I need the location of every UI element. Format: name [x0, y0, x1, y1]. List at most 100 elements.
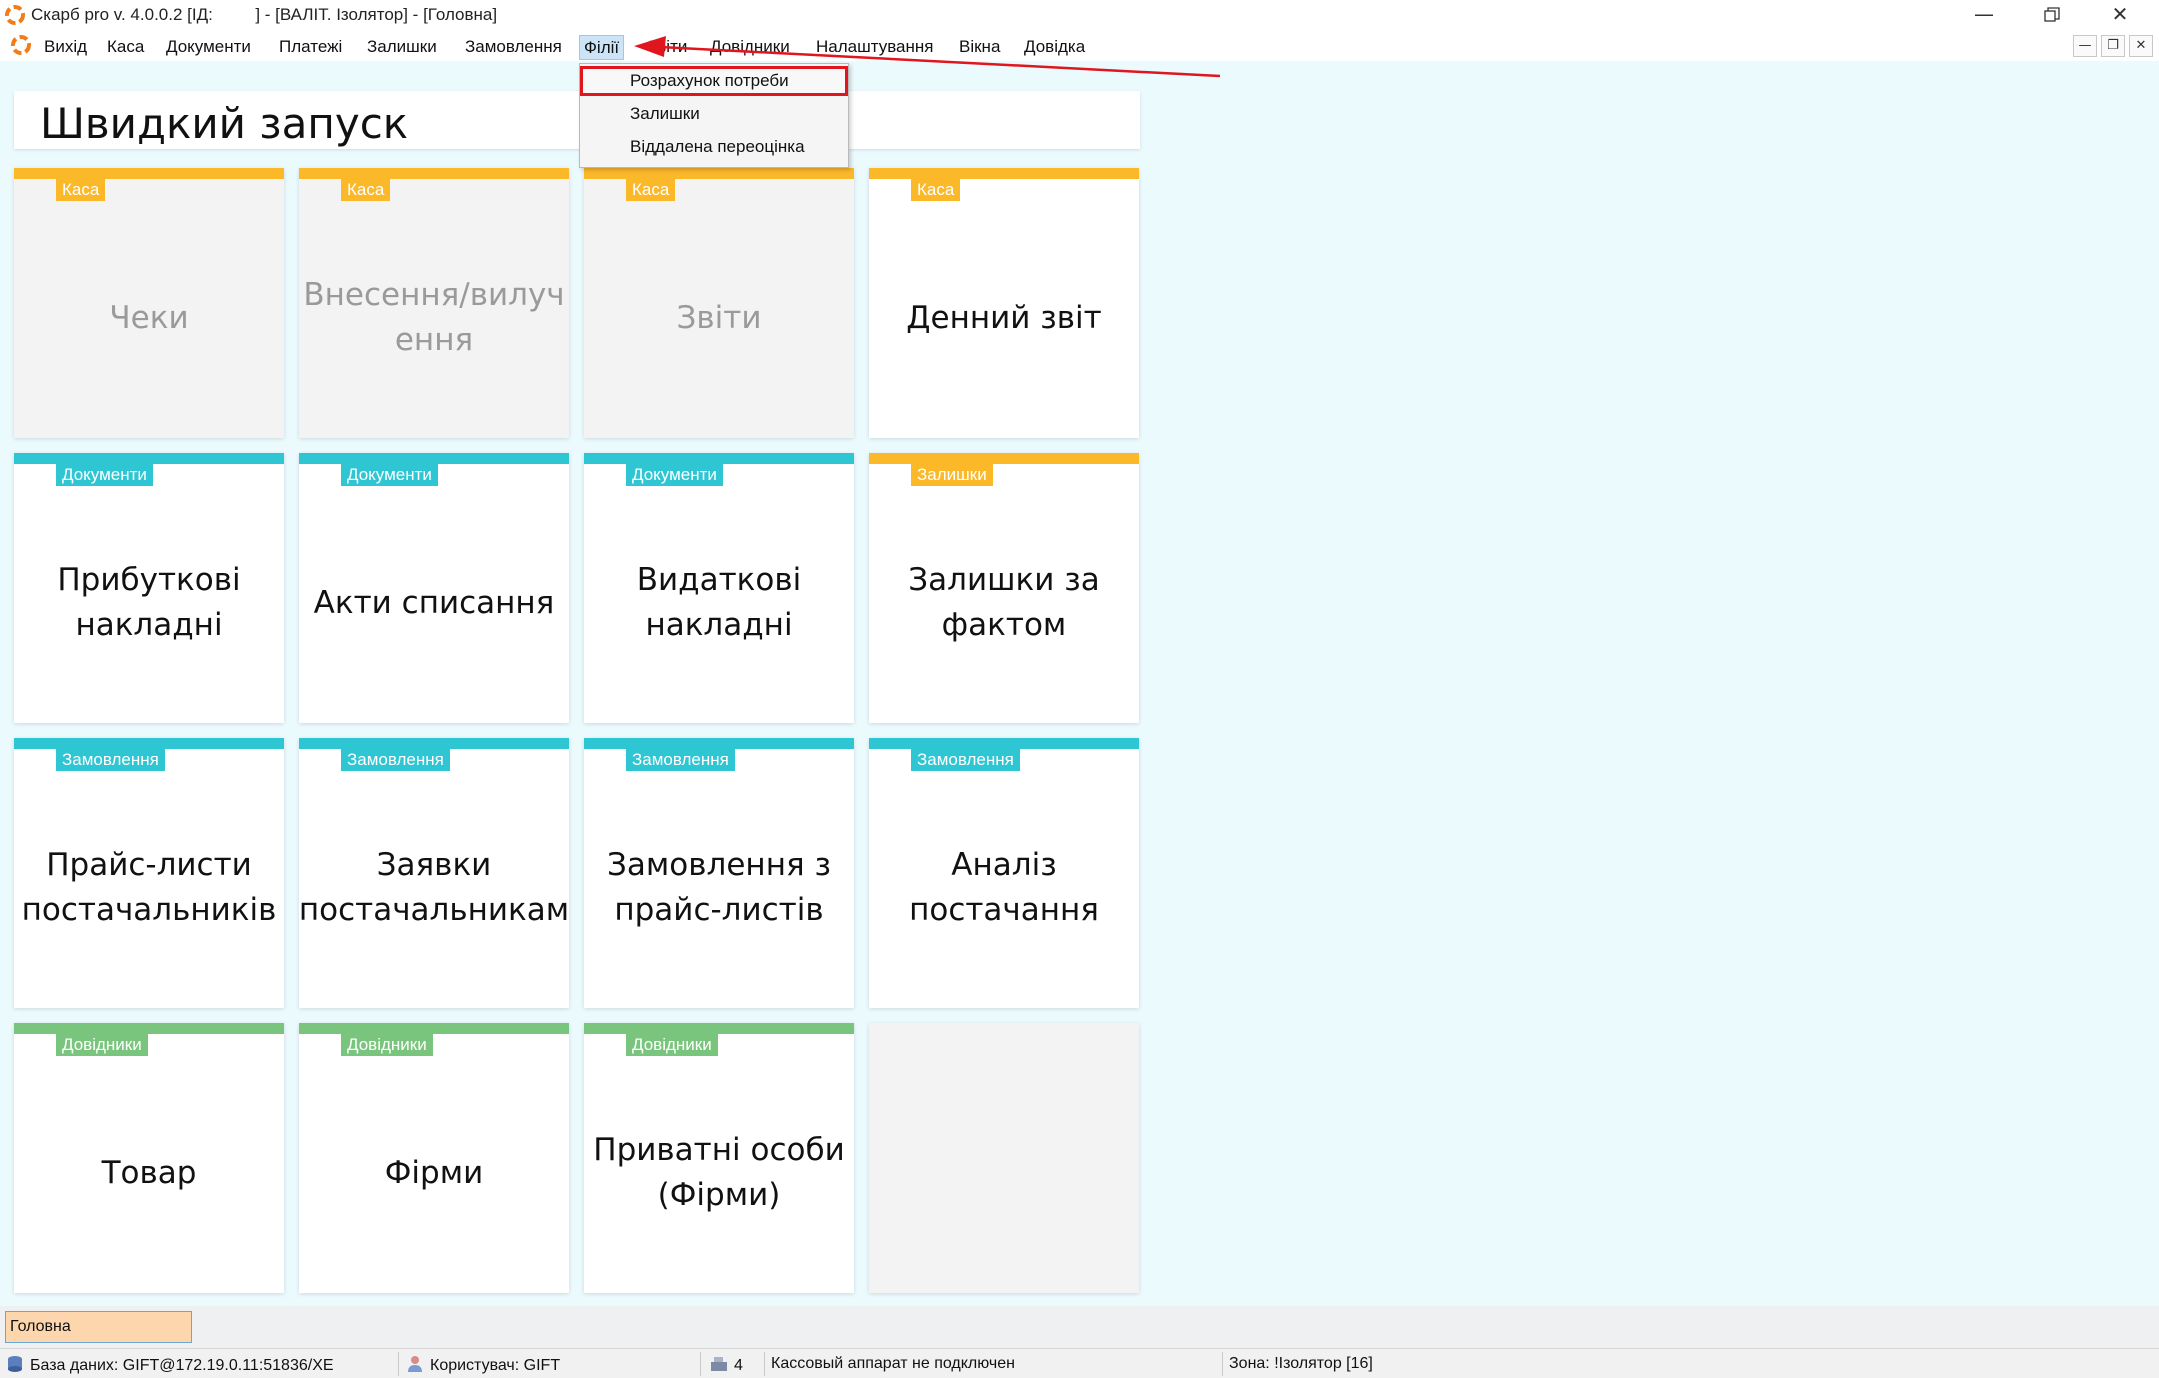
status-separator	[700, 1352, 701, 1376]
window-tabs: Головна	[0, 1306, 2159, 1348]
restore-icon[interactable]	[2018, 0, 2086, 30]
menu-item-branch-stock[interactable]: Залишки	[580, 99, 848, 129]
tile-category-tag: Замовлення	[911, 749, 1020, 771]
tile-supplier-price-lists[interactable]: Замовлення Прайс-листи постачальників	[14, 738, 284, 1008]
tile-stripe	[14, 1023, 284, 1034]
tile-label: Товар	[101, 1154, 197, 1191]
tile-actual-stock[interactable]: Залишки Залишки за фактом	[869, 453, 1139, 723]
status-separator	[398, 1352, 399, 1376]
menu-item-demand-calculation[interactable]: Розрахунок потреби	[580, 66, 848, 96]
tile-label: Прайс-листи постачальників	[21, 847, 277, 928]
tile-stripe	[584, 738, 854, 749]
tile-category-tag: Замовлення	[341, 749, 450, 771]
status-zone: Зона: !Ізолятор [16]	[1229, 1355, 1373, 1372]
tile-stripe	[14, 453, 284, 464]
menu-reports[interactable]: Звіти	[643, 35, 691, 60]
tile-daily-report[interactable]: Каса Денний звіт	[869, 168, 1139, 438]
mdi-close-icon[interactable]: ✕	[2129, 35, 2153, 57]
menu-help[interactable]: Довідка	[1020, 35, 1089, 60]
tile-stripe	[299, 1023, 569, 1034]
tile-category-tag: Каса	[56, 179, 106, 201]
tile-checks[interactable]: Каса Чеки	[14, 168, 284, 438]
menu-orders[interactable]: Замовлення	[461, 35, 566, 60]
tile-label: Внесення/вилучення	[303, 277, 565, 358]
tile-stripe	[584, 453, 854, 464]
menu-settings[interactable]: Налаштування	[812, 35, 938, 60]
tile-label: Приватні особи (Фірми)	[593, 1132, 845, 1213]
tile-supplier-requests[interactable]: Замовлення Заявки постачальникам	[299, 738, 569, 1008]
status-count: 4	[710, 1355, 743, 1375]
tile-category-tag: Документи	[56, 464, 153, 486]
tile-firms[interactable]: Довідники Фірми	[299, 1023, 569, 1293]
tile-stripe	[869, 453, 1139, 464]
tile-stripe	[869, 738, 1139, 749]
tile-category-tag: Замовлення	[626, 749, 735, 771]
tile-write-off-acts[interactable]: Документи Акти списання	[299, 453, 569, 723]
page-title: Швидкий запуск	[40, 99, 409, 148]
tile-category-tag: Каса	[911, 179, 961, 201]
tile-supply-analysis[interactable]: Замовлення Аналіз постачання	[869, 738, 1139, 1008]
status-count-text: 4	[734, 1357, 743, 1374]
tile-stripe	[299, 738, 569, 749]
tile-outgoing-invoices[interactable]: Документи Видаткові накладні	[584, 453, 854, 723]
tile-label: Чеки	[109, 299, 189, 336]
mdi-restore-icon[interactable]: ❐	[2101, 35, 2125, 57]
tile-label: Звіти	[676, 299, 762, 336]
tile-stripe	[584, 1023, 854, 1034]
mdi-minimize-icon[interactable]: —	[2073, 35, 2097, 57]
tile-stripe	[869, 168, 1139, 179]
tile-empty	[869, 1023, 1139, 1293]
tile-stripe	[299, 168, 569, 179]
user-icon	[408, 1356, 422, 1372]
menu-windows[interactable]: Вікна	[955, 35, 1004, 60]
tile-category-tag: Документи	[341, 464, 438, 486]
tile-goods[interactable]: Довідники Товар	[14, 1023, 284, 1293]
status-user: Користувач: GIFT	[406, 1355, 560, 1375]
menu-kasa[interactable]: Каса	[103, 35, 148, 60]
tile-cash-in-out[interactable]: Каса Внесення/вилучення	[299, 168, 569, 438]
menu-branches[interactable]: Філії	[579, 35, 625, 60]
app-menu-icon[interactable]	[10, 34, 32, 56]
tile-label: Видаткові накладні	[636, 562, 802, 643]
tile-label: Заявки постачальникам	[298, 847, 570, 928]
title-bar: Скарб pro v. 4.0.0.2 [ІД: ] - [ВАЛІТ. Із…	[0, 0, 2159, 30]
menu-payments[interactable]: Платежі	[275, 35, 346, 60]
tile-label: Фірми	[384, 1154, 484, 1191]
tile-category-tag: Довідники	[341, 1034, 433, 1056]
workspace: Швидкий запуск Каса Чеки Каса Внесення/в…	[0, 61, 2159, 1306]
tile-orders-from-price-lists[interactable]: Замовлення Замовлення з прайс-листів	[584, 738, 854, 1008]
database-icon	[8, 1356, 22, 1372]
tile-label: Залишки за фактом	[908, 562, 1100, 643]
tile-category-tag: Документи	[626, 464, 723, 486]
menu-stock[interactable]: Залишки	[363, 35, 441, 60]
tile-category-tag: Каса	[341, 179, 391, 201]
tile-stripe	[14, 168, 284, 179]
close-icon[interactable]: ✕	[2086, 0, 2154, 30]
tile-category-tag: Залишки	[911, 464, 993, 486]
tile-label: Прибуткові накладні	[57, 562, 241, 643]
tile-cash-reports[interactable]: Каса Звіти	[584, 168, 854, 438]
tile-stripe	[584, 168, 854, 179]
tile-category-tag: Каса	[626, 179, 676, 201]
minimize-icon[interactable]: —	[1950, 0, 2018, 30]
tile-stripe	[14, 738, 284, 749]
tile-private-persons[interactable]: Довідники Приватні особи (Фірми)	[584, 1023, 854, 1293]
status-user-text: Користувач: GIFT	[430, 1357, 561, 1374]
tile-label: Аналіз постачання	[909, 847, 1099, 928]
menu-exit[interactable]: Вихід	[40, 35, 91, 60]
status-separator	[764, 1352, 765, 1376]
status-bar: База даних: GIFT@172.19.0.11:51836/XE Ко…	[0, 1348, 2159, 1378]
tile-label: Замовлення з прайс-листів	[607, 847, 831, 928]
menu-directories[interactable]: Довідники	[706, 35, 794, 60]
tile-incoming-invoices[interactable]: Документи Прибуткові накладні	[14, 453, 284, 723]
tile-label: Денний звіт	[906, 299, 1102, 336]
tab-home[interactable]: Головна	[5, 1311, 192, 1343]
app-logo-icon	[5, 5, 25, 25]
quick-start-header: Швидкий запуск	[14, 91, 1140, 149]
tile-label: Акти списання	[313, 584, 555, 621]
menu-item-remote-revaluation[interactable]: Віддалена переоцінка	[580, 132, 848, 162]
tile-category-tag: Довідники	[56, 1034, 148, 1056]
tile-category-tag: Довідники	[626, 1034, 718, 1056]
menu-bar: Вихід Каса Документи Платежі Залишки Зам…	[0, 30, 2159, 61]
menu-documents[interactable]: Документи	[162, 35, 255, 60]
